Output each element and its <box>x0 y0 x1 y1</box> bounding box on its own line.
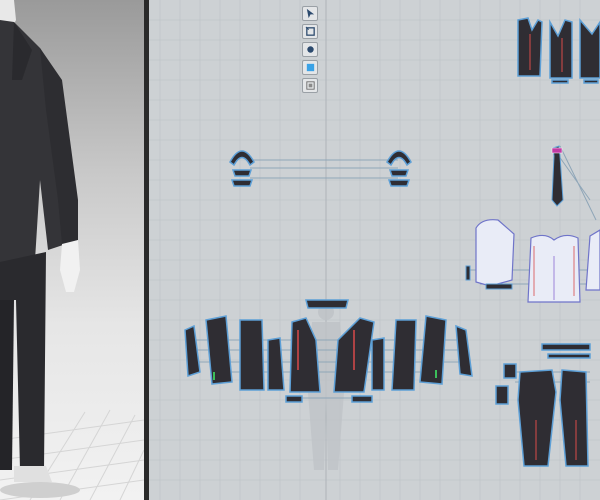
transform-pattern-tool[interactable] <box>302 24 318 39</box>
texture-icon <box>305 81 315 90</box>
fabric-tool[interactable] <box>302 60 318 75</box>
necktie-pattern[interactable] <box>551 145 564 207</box>
pattern-canvas[interactable] <box>149 0 600 500</box>
3d-avatar-viewport[interactable] <box>0 0 144 500</box>
pointer-icon <box>306 8 314 19</box>
hand-3d <box>60 240 80 292</box>
trousers-pattern-group[interactable] <box>495 343 591 467</box>
select-move-tool[interactable] <box>302 6 318 21</box>
2d-pattern-window[interactable] <box>149 0 600 500</box>
fabric-icon <box>306 63 314 72</box>
texture-tool[interactable] <box>302 78 318 93</box>
edit-point-icon <box>306 46 314 53</box>
pattern-toolbar <box>302 6 318 93</box>
edit-pattern-tool[interactable] <box>302 42 318 57</box>
vest-pattern-group[interactable] <box>517 17 600 84</box>
avatar-3d-render <box>0 0 144 500</box>
transform-icon <box>305 26 315 36</box>
